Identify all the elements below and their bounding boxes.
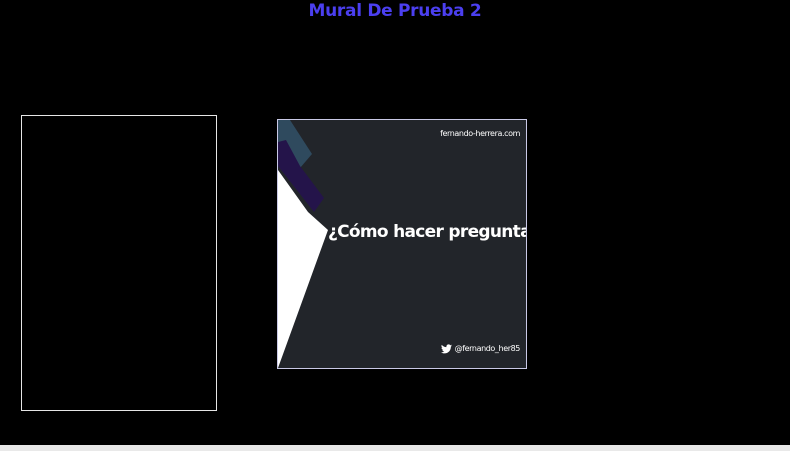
mural-card-image[interactable]: fernando-herrera.com ¿Cómo hacer pregunt…: [277, 119, 527, 369]
mural-card-empty[interactable]: [21, 115, 217, 411]
thumbnail-site-url: fernando-herrera.com: [440, 129, 520, 138]
page-title: Mural De Prueba 2: [308, 1, 482, 21]
twitter-handle: @fernando_her85: [454, 344, 521, 353]
thumbnail-heading: ¿Cómo hacer preguntas?: [328, 222, 526, 242]
horizontal-scrollbar[interactable]: [0, 445, 790, 451]
thumbnail-decoration: [278, 120, 526, 368]
twitter-icon: [440, 344, 452, 354]
thumbnail-twitter-row: @fernando_her85: [440, 344, 521, 354]
